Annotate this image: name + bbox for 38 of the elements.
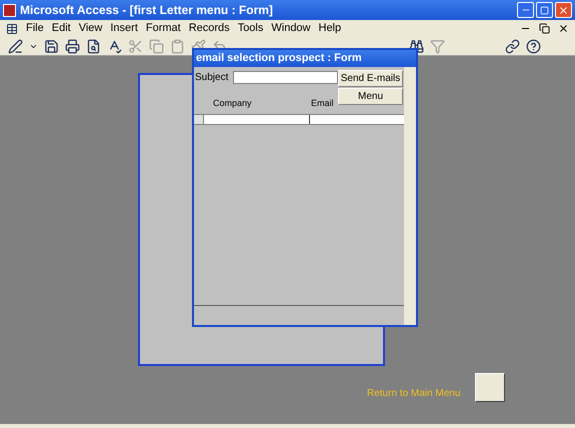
maximize-button[interactable] bbox=[536, 2, 553, 18]
subject-label: Subject bbox=[195, 71, 229, 85]
column-header: Email bbox=[311, 97, 334, 110]
form-button[interactable]: Menu bbox=[338, 88, 403, 105]
form-icon bbox=[6, 22, 18, 34]
menu-item[interactable]: Format bbox=[146, 20, 181, 37]
maximize-icon bbox=[540, 6, 549, 14]
print-preview-icon[interactable] bbox=[86, 38, 101, 54]
close-button[interactable] bbox=[555, 2, 572, 18]
menu-item[interactable]: Window bbox=[271, 20, 310, 37]
form-button[interactable]: Send E-mails bbox=[338, 70, 403, 87]
menu-item[interactable]: Insert bbox=[110, 20, 138, 37]
return-button[interactable] bbox=[475, 373, 505, 402]
form-title: email selection prospect : Form bbox=[196, 51, 362, 66]
record-selector[interactable] bbox=[194, 114, 204, 124]
menu-item[interactable]: Help bbox=[318, 20, 342, 37]
app-icon bbox=[3, 4, 16, 16]
menu-item[interactable]: Records bbox=[188, 20, 230, 37]
return-label: Return to Main Menu bbox=[367, 387, 460, 401]
column-header: Company bbox=[213, 97, 253, 110]
minimize-button[interactable] bbox=[517, 2, 534, 18]
spelling-icon[interactable] bbox=[107, 38, 122, 54]
menu-item[interactable]: Edit bbox=[52, 20, 71, 37]
design-view-icon[interactable] bbox=[8, 38, 23, 54]
save-icon[interactable] bbox=[44, 38, 59, 54]
email-cell[interactable] bbox=[309, 114, 404, 124]
relationships-icon[interactable] bbox=[505, 38, 520, 54]
menu-item[interactable]: File bbox=[26, 20, 44, 37]
print-icon[interactable] bbox=[65, 38, 80, 54]
menu-item[interactable]: View bbox=[78, 20, 102, 37]
help-icon[interactable] bbox=[526, 38, 541, 54]
window-title: Microsoft Access - [first Letter menu : Form] bbox=[20, 2, 274, 19]
subject-field[interactable] bbox=[233, 71, 338, 84]
company-cell[interactable] bbox=[204, 114, 309, 124]
close-icon[interactable] bbox=[558, 23, 569, 34]
menu-item[interactable]: Tools bbox=[238, 20, 264, 37]
close-icon bbox=[558, 4, 569, 16]
restore-icon[interactable] bbox=[539, 23, 550, 34]
